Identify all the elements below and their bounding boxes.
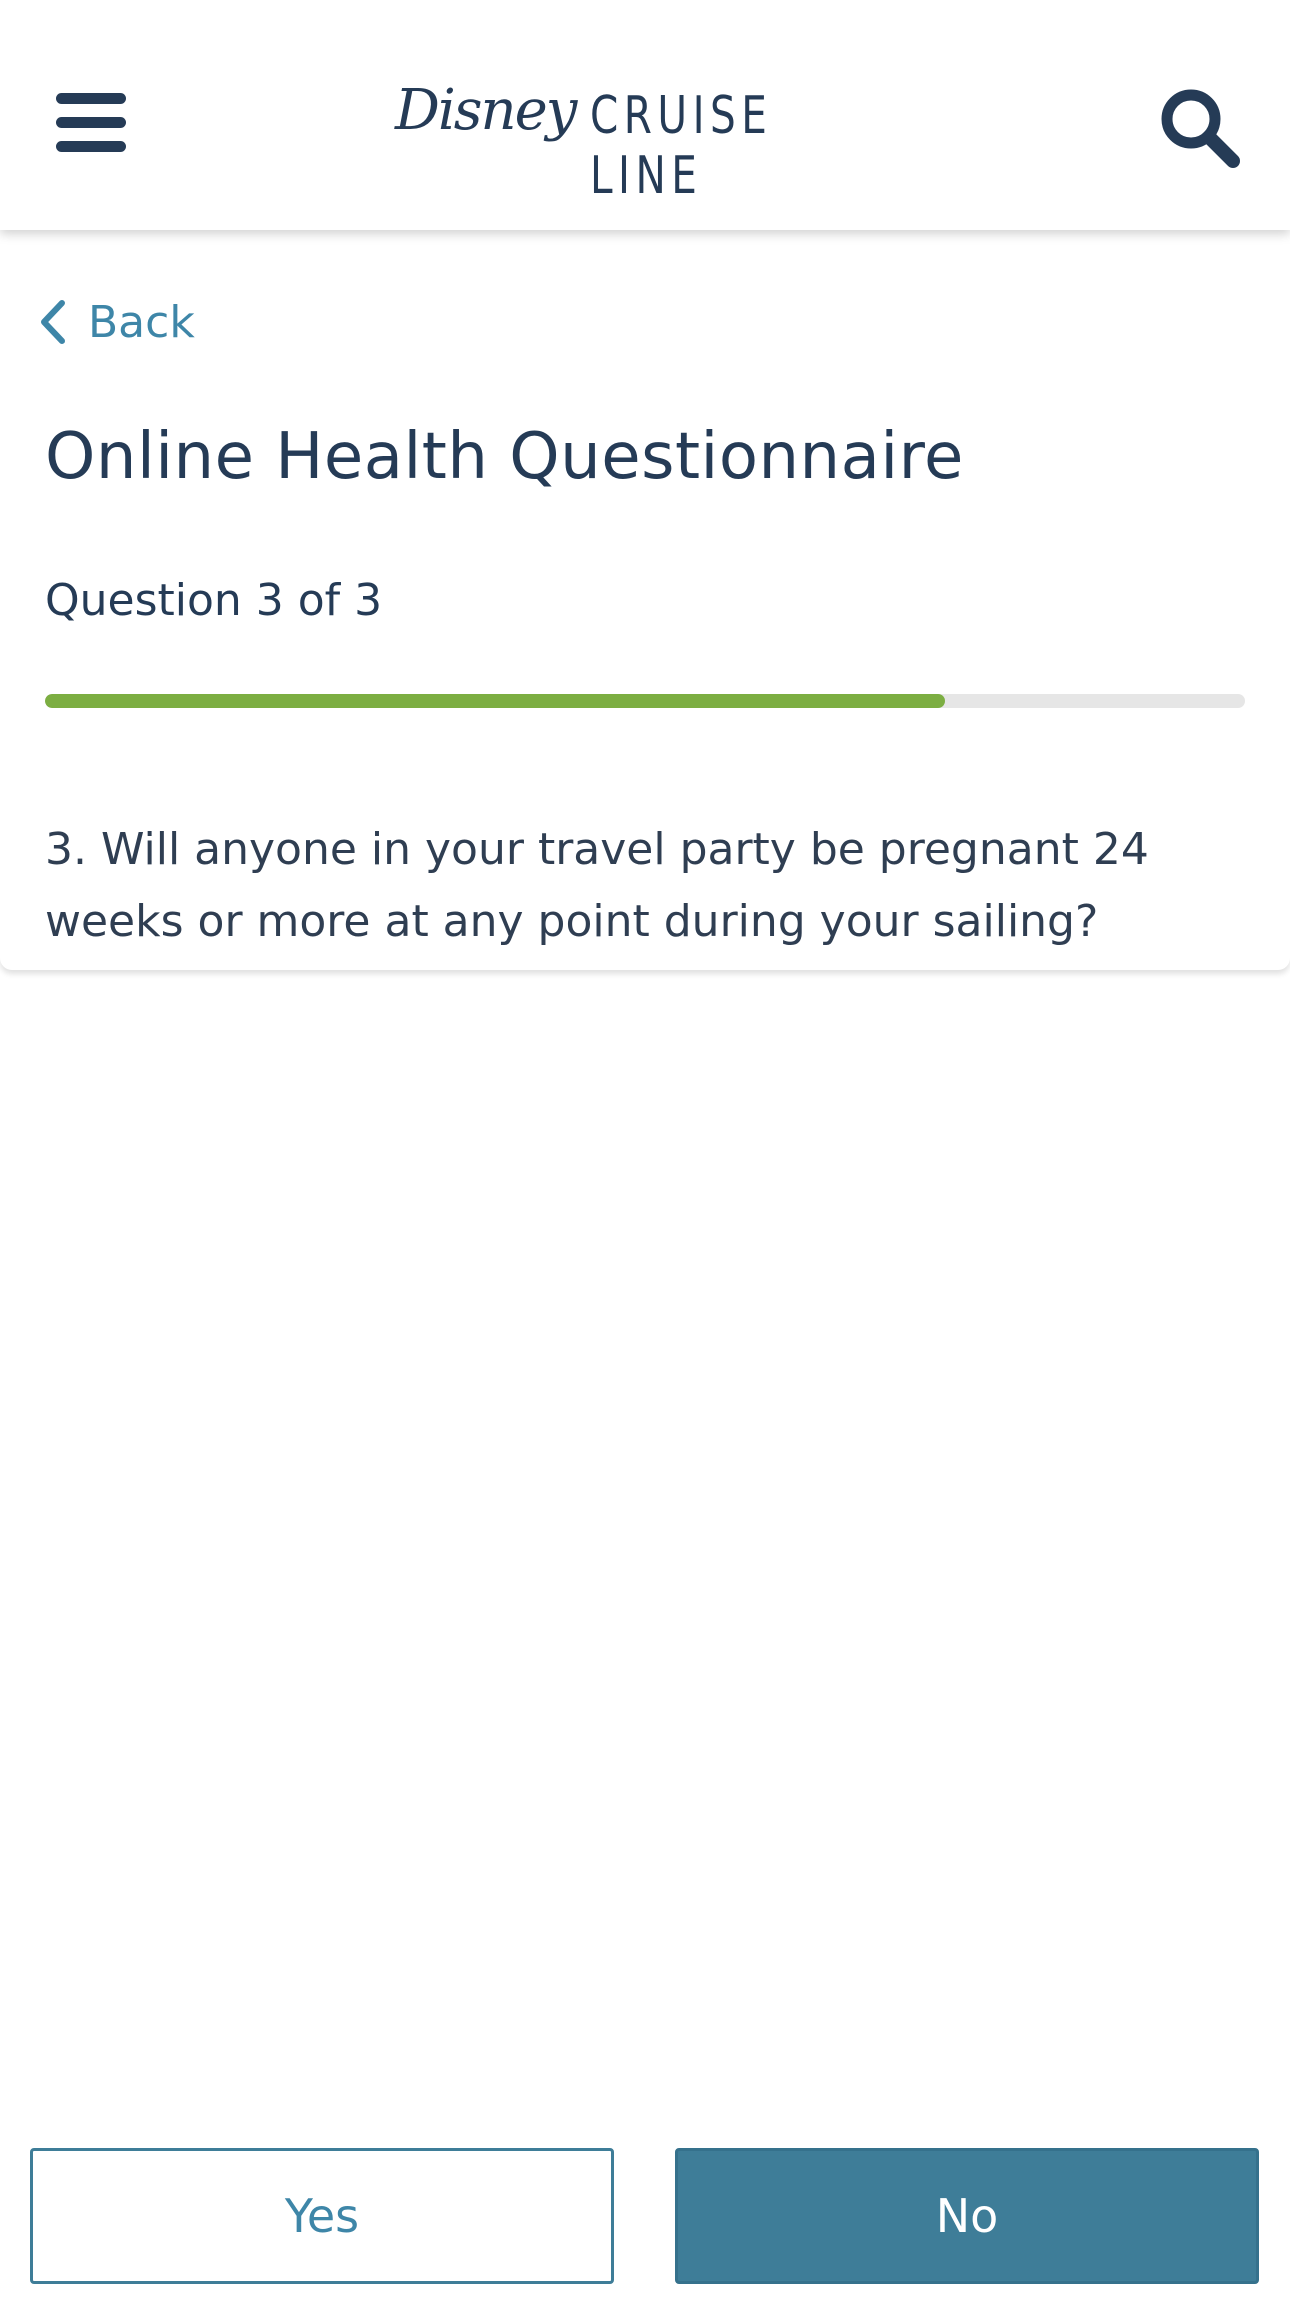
progress-bar-fill bbox=[45, 694, 945, 708]
disney-cruise-line-logo[interactable]: Disney CRUISE LINE bbox=[395, 78, 905, 206]
logo-script-text: Disney bbox=[395, 78, 577, 143]
search-icon[interactable] bbox=[1155, 83, 1245, 173]
chevron-left-icon bbox=[41, 300, 65, 344]
page-title: Online Health Questionnaire bbox=[45, 420, 964, 494]
hamburger-menu-icon[interactable] bbox=[56, 93, 126, 153]
questionnaire-card: Back Online Health Questionnaire Questio… bbox=[0, 230, 1290, 970]
top-nav-bar: Disney CRUISE LINE bbox=[0, 0, 1290, 230]
answer-actions: Yes No bbox=[0, 2090, 1290, 2318]
yes-button[interactable]: Yes bbox=[30, 2148, 614, 2284]
back-label: Back bbox=[88, 296, 195, 348]
question-text: 3. Will anyone in your travel party be p… bbox=[45, 824, 1149, 947]
no-button[interactable]: No bbox=[675, 2148, 1259, 2284]
question-counter: Question 3 of 3 bbox=[45, 575, 383, 626]
back-button[interactable]: Back bbox=[36, 292, 195, 352]
progress-bar bbox=[45, 694, 1245, 708]
logo-word-text: CRUISE LINE bbox=[590, 86, 773, 206]
